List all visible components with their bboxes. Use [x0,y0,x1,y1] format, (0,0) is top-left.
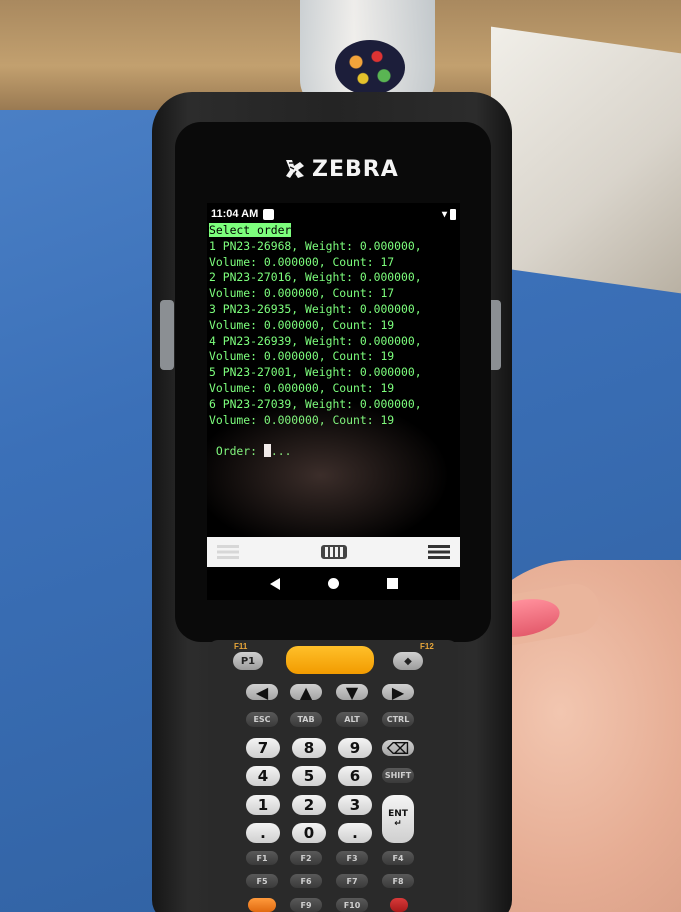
key-3[interactable]: 3 [338,795,372,815]
key-6[interactable]: 6 [338,766,372,786]
status-time: 11:04 AM [211,208,259,220]
order-line: Volume: 0.000000, Count: 19 [209,412,395,427]
device-screen[interactable]: 11:04 AM ▾ Select order 1 PN23-26968, We… [207,203,460,600]
f5-key[interactable]: F5 [246,874,278,888]
scan-trigger-key[interactable] [286,646,374,674]
backspace-key[interactable]: ⌫ [382,738,414,758]
down-arrow-icon: ▼ [345,682,359,702]
tab-key[interactable]: TAB [290,712,322,727]
notification-icon [263,208,275,220]
f6-key[interactable]: F6 [290,874,322,888]
recent-apps-icon[interactable] [386,578,398,589]
order-line: Volume: 0.000000, Count: 19 [209,349,395,364]
status-bar: 11:04 AM ▾ [211,205,456,223]
enter-key[interactable]: ENT ↵ [382,795,414,843]
keyboard-icon[interactable] [320,545,347,559]
right-arrow-key[interactable]: ▶ [382,682,414,702]
up-arrow-icon: ▲ [299,682,313,702]
order-line: Volume: 0.000000, Count: 17 [209,254,395,269]
diamond-icon: ◆ [404,655,412,667]
diamond-key[interactable]: ◆ [393,652,423,670]
order-line: Volume: 0.000000, Count: 19 [209,380,395,395]
order-line: 1 PN23-26968, Weight: 0.000000, [209,238,422,253]
brand-name: ZEBRA [312,156,399,182]
key-dot-left[interactable]: . [246,823,280,843]
left-arrow-icon: ◀ [255,682,269,702]
esc-key[interactable]: ESC [246,712,278,727]
key-5[interactable]: 5 [292,766,326,786]
zebra-logo: ZEBRA [282,156,399,182]
bottle-label [335,40,405,95]
wifi-icon: ▾ [441,208,447,220]
f9-key[interactable]: F9 [290,898,322,912]
right-arrow-icon: ▶ [391,682,405,702]
key-7[interactable]: 7 [246,738,280,758]
terminal-output: Select order 1 PN23-26968, Weight: 0.000… [209,223,460,460]
enter-icon: ↵ [394,819,402,829]
down-arrow-key[interactable]: ▼ [336,682,368,702]
order-line: 6 PN23-27039, Weight: 0.000000, [209,396,422,411]
key-0[interactable]: 0 [292,823,326,843]
power-key[interactable] [390,898,408,912]
android-nav-bar [207,567,460,600]
backspace-icon: ⌫ [386,738,410,758]
select-order-header: Select order [209,223,292,237]
key-dot-right[interactable]: . [338,823,372,843]
f12-label: F12 [420,642,434,651]
photo-scene: ZEBRA 11:04 AM ▾ Select order 1 PN23-269… [0,0,681,912]
key-2[interactable]: 2 [292,795,326,815]
alt-key[interactable]: ALT [336,712,368,727]
order-line: 4 PN23-26939, Weight: 0.000000, [209,333,422,348]
f2-key[interactable]: F2 [290,851,322,865]
shift-key[interactable]: SHIFT [382,768,414,783]
f7-key[interactable]: F7 [336,874,368,888]
f1-key[interactable]: F1 [246,851,278,865]
ctrl-key[interactable]: CTRL [382,712,414,727]
stacked-boxes [491,26,681,294]
order-line: 3 PN23-26935, Weight: 0.000000, [209,301,422,316]
up-arrow-key[interactable]: ▲ [290,682,322,702]
f4-key[interactable]: F4 [382,851,414,865]
f8-key[interactable]: F8 [382,874,414,888]
p1-key[interactable]: P1 [233,652,263,670]
orange-modifier-key[interactable] [248,898,276,912]
menu-icon[interactable] [428,545,450,559]
keypad: F11 F12 P1 ◆ ◀ ▲ ▼ ▶ ESC TAB ALT CTRL 7 … [208,640,458,912]
order-line: 5 PN23-27001, Weight: 0.000000, [209,365,422,380]
f11-label: F11 [234,642,248,651]
order-prompt: Order: [215,444,258,459]
faded-menu-icon [217,545,239,559]
enter-label: ENT [388,809,408,819]
back-icon[interactable] [269,577,280,590]
key-8[interactable]: 8 [292,738,326,758]
key-9[interactable]: 9 [338,738,372,758]
f3-key[interactable]: F3 [336,851,368,865]
battery-icon [450,208,456,220]
key-1[interactable]: 1 [246,795,280,815]
order-line: Volume: 0.000000, Count: 17 [209,286,395,301]
input-toolbar [207,537,460,567]
left-arrow-key[interactable]: ◀ [246,682,278,702]
zebra-head-icon [286,160,304,178]
left-side-button[interactable] [160,300,174,370]
key-4[interactable]: 4 [246,766,280,786]
f10-key[interactable]: F10 [336,898,368,912]
order-input-cursor[interactable] [263,444,271,458]
order-input-suffix: ... [270,444,292,459]
order-line: Volume: 0.000000, Count: 19 [209,317,395,332]
home-icon[interactable] [327,578,339,589]
order-line: 2 PN23-27016, Weight: 0.000000, [209,270,422,285]
